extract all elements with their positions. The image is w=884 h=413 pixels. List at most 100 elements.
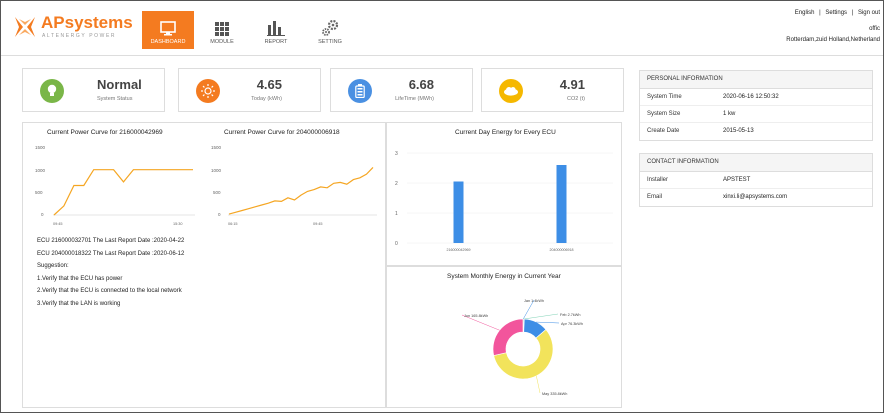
info-key: Create Date [647, 128, 680, 134]
personal-info-title: PERSONAL INFORMATION [640, 71, 872, 89]
curve2-title: Current Power Curve for 204000006918 [224, 129, 340, 136]
bar[interactable] [556, 165, 567, 243]
nav-report-label: REPORT [264, 39, 288, 45]
donut-slice[interactable] [492, 318, 524, 356]
info-row: Create Date 2015-05-13 [640, 123, 872, 140]
info-key: System Size [647, 111, 681, 117]
curve2-ytick: 500 [213, 190, 221, 195]
top-links: English | Settings | Sign out [792, 10, 880, 16]
personal-info-panel: PERSONAL INFORMATION System Time 2020-06-… [639, 70, 873, 141]
donut-slice-label: Jun 165.8kWh [464, 314, 488, 318]
apsystems-logo-icon [15, 17, 35, 37]
stat-value: 4.91 [559, 77, 585, 92]
suggestion-item: 2.Verify that the ECU is connected to th… [37, 288, 182, 294]
ecu-report-line: ECU 204000018322 The Last Report Date :2… [37, 250, 185, 257]
donut-leader-line [523, 313, 559, 320]
suggestion-heading: Suggestion: [37, 263, 69, 269]
curve2-xtick: 09:45 [313, 222, 323, 226]
bar-ytick: 2 [395, 181, 398, 187]
info-row: Email xinxi.li@apsystems.com [640, 189, 872, 206]
donut-leader-line [536, 321, 560, 324]
stat-value: 6.68 [408, 77, 434, 92]
header: APsystems ALTENERGY POWER DASHBOARD MODU… [1, 1, 883, 56]
contact-info-title: CONTACT INFORMATION [640, 154, 872, 172]
curve1-chart: 1500 1000 500 0 09:45 15:30 [35, 145, 195, 226]
monthly-energy-panel: System Monthly Energy in Current Year Ja… [386, 266, 622, 408]
info-value: APSTEST [723, 177, 751, 183]
curve1-ytick: 500 [35, 190, 43, 195]
curve2-ytick: 0 [218, 212, 221, 217]
nav-report[interactable]: REPORT [250, 11, 302, 49]
info-key: Installer [647, 177, 669, 183]
nav-dashboard-label: DASHBOARD [150, 39, 186, 45]
info-value: 2020-06-16 12:50:32 [723, 94, 779, 100]
sign-out-link[interactable]: Sign out [858, 10, 880, 16]
bar[interactable] [453, 181, 464, 244]
nav-setting-label: SETTING [318, 39, 342, 45]
curve2-ytick: 1000 [211, 168, 222, 173]
suggestion-item: 3.Verify that the LAN is working [37, 300, 121, 307]
info-row: System Size 1 kw [640, 106, 872, 123]
curve1-xtick: 15:30 [173, 222, 183, 226]
ecu-report-line: ECU 216000032701 The Last Report Date :2… [37, 238, 185, 244]
curve2-chart: 1500 1000 500 0 06:15 09:45 [211, 145, 377, 226]
curve1-xtick: 09:45 [53, 222, 63, 226]
stat-label: System Status [97, 96, 133, 102]
bulb-icon [40, 79, 64, 103]
stat-lifetime-energy: 6.68 LifeTime (MWh) [330, 68, 473, 112]
logo[interactable]: APsystems ALTENERGY POWER [13, 11, 133, 43]
stat-today-energy: 4.65 Today (kWh) [178, 68, 321, 112]
curve1-ytick: 0 [41, 212, 44, 217]
donut-slice-label: Feb 2.7kWh [560, 313, 580, 317]
brand-tagline: ALTENERGY POWER [42, 33, 117, 39]
bar-ytick: 0 [395, 241, 398, 247]
curve1-title: Current Power Curve for 216000042969 [47, 129, 163, 136]
nav-dashboard[interactable]: DASHBOARD [142, 11, 194, 49]
stat-value: 4.65 [256, 77, 282, 92]
stat-value: Normal [97, 77, 142, 92]
settings-link[interactable]: Settings [825, 10, 847, 16]
curve2-xtick: 06:15 [228, 222, 238, 226]
donut-slice-label: Apr 76.3kWh [561, 322, 583, 326]
ecu-energy-chart: 3 2 1 0 216000042969 204000006918 [395, 151, 613, 252]
grid-icon [215, 22, 229, 36]
power-curve-charts: 1500 1000 500 0 09:45 15:30 1500 1000 50… [35, 145, 377, 226]
info-row: System Time 2020-06-16 12:50:32 [640, 89, 872, 106]
stat-label: Today (kWh) [251, 96, 282, 102]
stat-co2: 4.91 CO2 (t) [481, 68, 624, 112]
gear-icon [322, 20, 339, 36]
stat-system-status: Normal System Status [22, 68, 165, 112]
info-value[interactable]: xinxi.li@apsystems.com [723, 194, 787, 201]
info-row: Installer APSTEST [640, 172, 872, 189]
donut-slice-label: May 335.8kWh [542, 392, 567, 396]
sun-icon [196, 79, 220, 103]
donut-leader-line [536, 375, 541, 394]
curve2-line [228, 166, 374, 215]
user-office: offic [869, 26, 880, 32]
ecu-report-list: ECU 216000032701 The Last Report Date :2… [37, 235, 184, 310]
curve1-ytick: 1500 [35, 145, 46, 150]
language-link[interactable]: English [795, 10, 815, 16]
main-nav: DASHBOARD MODULE REPORT SETTING [142, 11, 358, 49]
separator: | [851, 10, 854, 16]
info-key: Email [647, 194, 663, 200]
donut-slice-label: Jan 1.4kWh [524, 299, 544, 303]
bar-category-label: 204000006918 [550, 248, 574, 252]
battery-icon [348, 79, 372, 103]
suggestion-item: 1.Verify that the ECU has power [37, 275, 123, 282]
stat-label: CO2 (t) [566, 96, 585, 102]
monitor-icon [160, 21, 176, 36]
nav-module-label: MODULE [210, 39, 234, 45]
curve2-ytick: 1500 [211, 145, 222, 150]
nav-setting[interactable]: SETTING [304, 11, 356, 49]
nav-module[interactable]: MODULE [196, 11, 248, 49]
user-location: Rotterdam,zuid Holland,Netherland [786, 37, 880, 43]
power-curves-panel: Current Power Curve for 216000042969 Cur… [22, 122, 386, 408]
dashboard-main: Normal System Status 4.65 Today (kWh) 6.… [22, 68, 624, 408]
info-key: System Time [647, 94, 682, 100]
contact-info-panel: CONTACT INFORMATION Installer APSTEST Ema… [639, 153, 873, 207]
separator: | [819, 10, 821, 16]
monthly-energy-donut: Jan 1.4kWh Feb 2.7kWh Apr 76.3kWh May 335.8… [461, 299, 583, 396]
stat-label: LifeTime (MWh) [395, 96, 434, 102]
bar-category-label: 216000042969 [447, 248, 471, 252]
